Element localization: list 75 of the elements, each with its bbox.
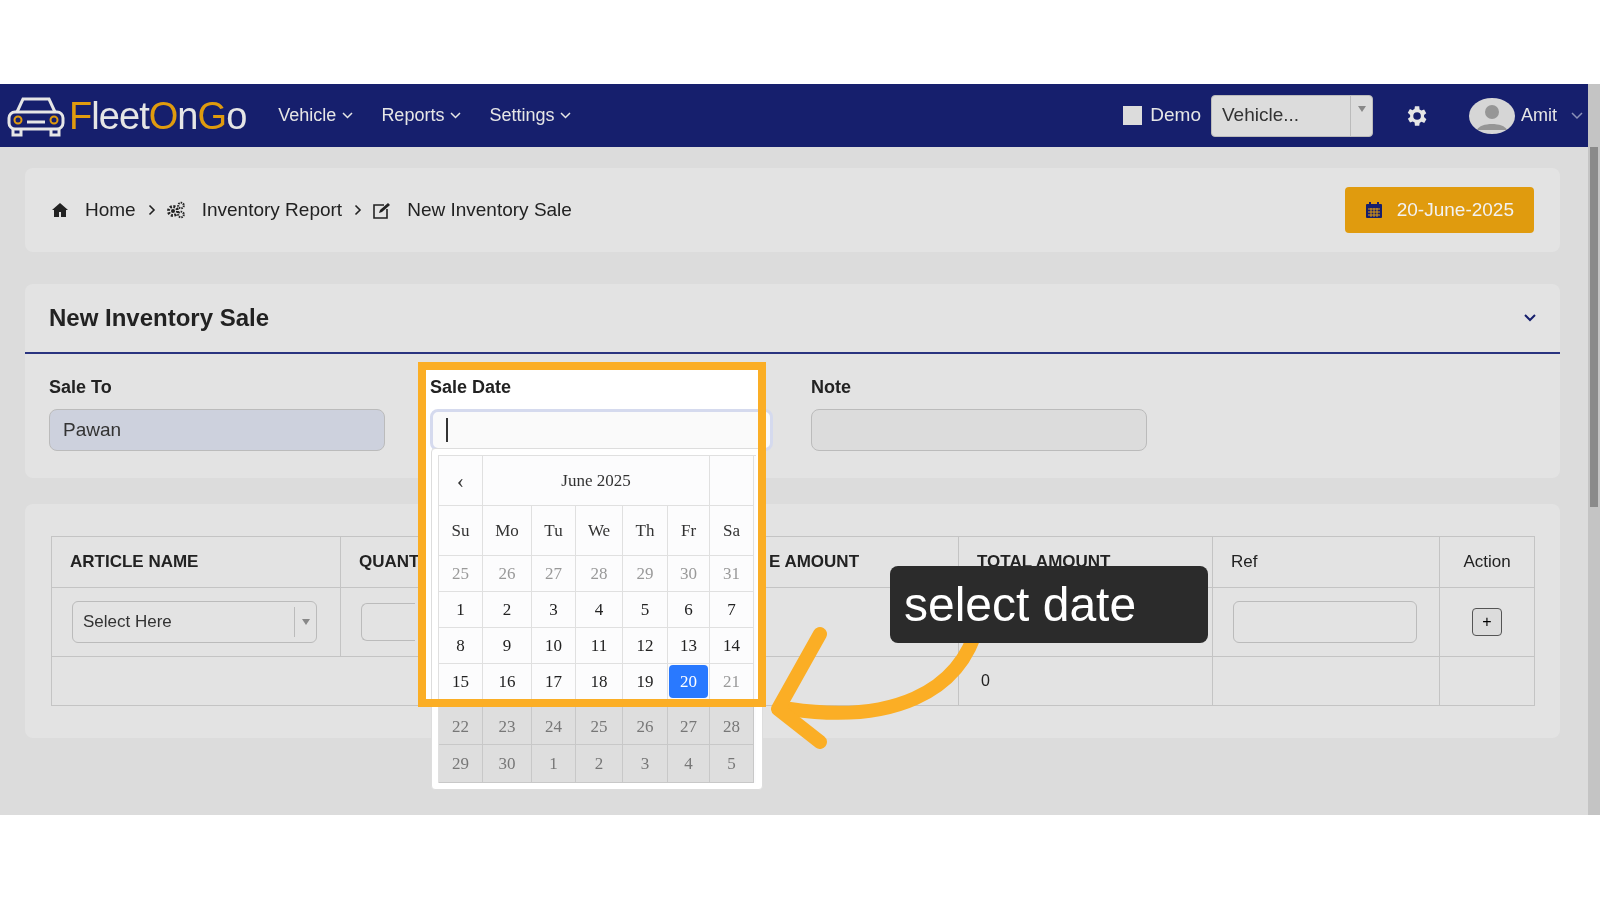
- calendar-day[interactable]: 11: [577, 629, 621, 662]
- calendar-day[interactable]: 17: [533, 665, 574, 698]
- add-button[interactable]: +: [1472, 608, 1502, 636]
- calendar-day[interactable]: 4: [577, 593, 621, 626]
- calendar-day[interactable]: 13: [669, 629, 708, 662]
- logo-text: FleetOnGo: [69, 96, 247, 135]
- caret-icon: [1357, 105, 1366, 112]
- chevron-icon[interactable]: [1571, 111, 1583, 120]
- scrollbar-thumb[interactable]: [1590, 147, 1598, 507]
- edit-icon: [372, 201, 392, 219]
- sale-to-field[interactable]: Pawan: [49, 409, 385, 451]
- breadcrumb-link[interactable]: Inventory Report: [201, 195, 343, 225]
- calendar-day[interactable]: 19: [624, 665, 666, 698]
- gears-icon: [165, 201, 186, 219]
- demo-label: Demo: [1150, 103, 1201, 128]
- sale-date-field[interactable]: [430, 409, 773, 451]
- ref-field[interactable]: [1233, 601, 1417, 643]
- demo-checkbox[interactable]: [1123, 106, 1143, 125]
- caret-icon: [301, 619, 310, 625]
- column-header: Action: [1463, 551, 1511, 574]
- field-label: Sale Date: [430, 376, 513, 399]
- weekday-label: Sa: [723, 519, 740, 542]
- calendar-day[interactable]: 14: [711, 629, 752, 662]
- weekday-label: Tu: [544, 519, 563, 542]
- calendar-icon: [1364, 201, 1383, 219]
- calendar-day[interactable]: 12: [624, 629, 666, 662]
- text-cursor: [446, 418, 448, 442]
- nav-menu[interactable]: Reports: [381, 102, 462, 129]
- quantity-field[interactable]: [361, 603, 415, 641]
- avatar-icon[interactable]: [1469, 97, 1515, 134]
- nav-menu[interactable]: Settings: [489, 102, 572, 129]
- chevron-icon[interactable]: [1524, 314, 1536, 322]
- chevron-icon: [147, 204, 156, 216]
- calendar-day[interactable]: 3: [533, 593, 574, 626]
- column-header: E AMOUNT: [769, 551, 860, 574]
- calendar-day[interactable]: 8: [440, 629, 481, 662]
- chevron-icon: [354, 204, 363, 216]
- user-name[interactable]: Amit: [1521, 102, 1557, 129]
- chevron-icon: [450, 112, 462, 119]
- callout-label: select date: [890, 566, 1208, 643]
- weekday-label: We: [587, 519, 611, 542]
- calendar-day[interactable]: 2: [484, 593, 530, 626]
- weekday-label: Th: [635, 519, 655, 542]
- column-header: QUANT: [359, 551, 420, 574]
- vehicle-select[interactable]: Vehicle...: [1211, 94, 1373, 137]
- breadcrumb-link[interactable]: New Inventory Sale: [407, 195, 572, 225]
- nav-menu[interactable]: Vehicle: [278, 102, 354, 129]
- chevron-icon: [342, 112, 354, 119]
- calendar-day[interactable]: 9: [484, 629, 530, 662]
- chevron-icon: [560, 112, 572, 119]
- weekday-label: Fr: [680, 519, 697, 542]
- month-title: June 2025: [561, 469, 631, 492]
- calendar-day[interactable]: 6: [669, 593, 708, 626]
- weekday-label: Su: [451, 519, 470, 542]
- home-icon: [51, 202, 69, 218]
- calendar-day[interactable]: 15: [440, 665, 481, 698]
- weekday-label: Mo: [495, 519, 519, 542]
- calendar-day[interactable]: 16: [484, 665, 530, 698]
- date-badge: 20-June-2025: [1344, 187, 1534, 233]
- article-select[interactable]: Select Here: [72, 601, 317, 643]
- breadcrumb-link[interactable]: Home: [85, 195, 136, 225]
- calendar-day[interactable]: 18: [577, 665, 621, 698]
- column-header: Ref: [1231, 551, 1258, 574]
- note-field[interactable]: [811, 409, 1147, 451]
- field-label: Note: [811, 376, 852, 399]
- calendar-day[interactable]: 7: [711, 593, 752, 626]
- card-title: New Inventory Sale: [49, 303, 271, 333]
- calendar-day[interactable]: 1: [440, 593, 481, 626]
- column-header: ARTICLE NAME: [70, 551, 199, 574]
- total-amount-value: 0: [981, 671, 990, 691]
- calendar-day[interactable]: 10: [533, 629, 574, 662]
- calendar-day[interactable]: 20: [669, 665, 708, 698]
- prev-month-button[interactable]: ‹: [439, 456, 483, 506]
- field-label: Sale To: [49, 376, 113, 399]
- calendar-day[interactable]: 5: [624, 593, 666, 626]
